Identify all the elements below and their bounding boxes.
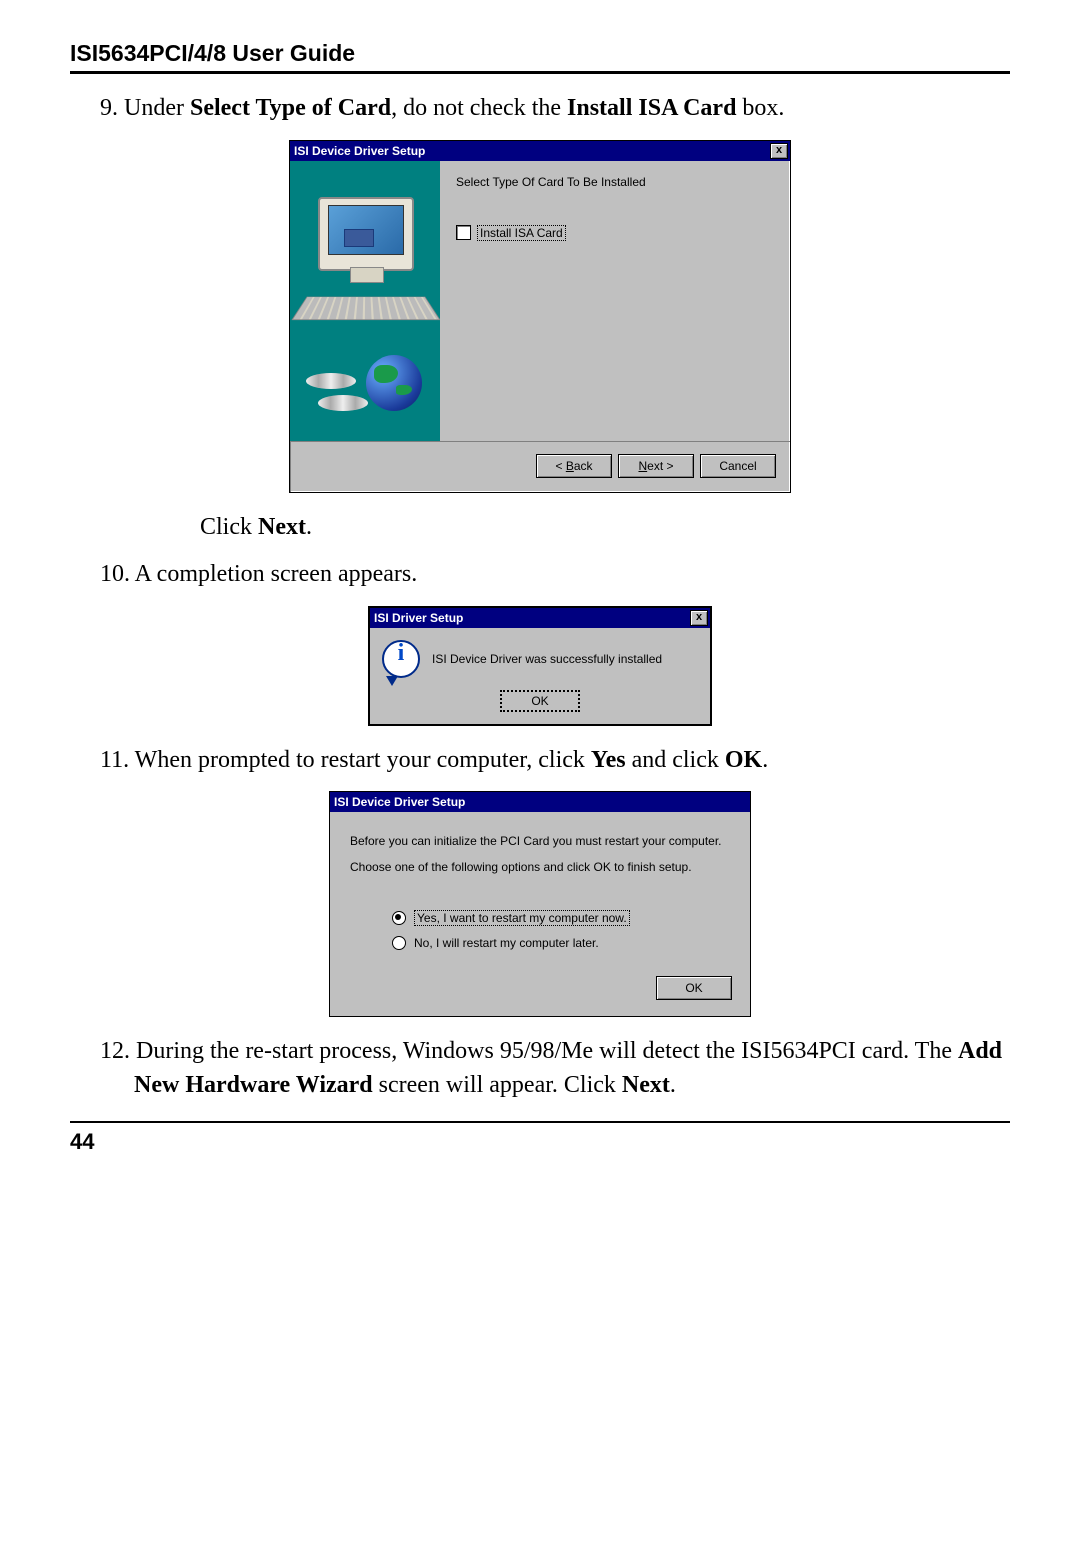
cd-icon: [306, 373, 356, 389]
restart-yes-radio[interactable]: [392, 911, 406, 925]
restart-yes-label: Yes, I want to restart my computer now.: [414, 910, 630, 926]
dialog3-options: Yes, I want to restart my computer now. …: [392, 910, 730, 950]
step-9-bold-2: Install ISA Card: [567, 95, 736, 121]
header-rule: [70, 71, 1010, 74]
back-button[interactable]: < Back: [536, 454, 612, 478]
speech-tail-icon: [386, 676, 398, 686]
step-10-text: A completion screen appears.: [130, 561, 417, 587]
step-12-number: 12.: [100, 1038, 130, 1064]
step-11: 11. When prompted to restart your comput…: [100, 744, 1010, 778]
dialog3-body: Before you can initialize the PCI Card y…: [330, 812, 750, 976]
info-icon-wrap: [382, 640, 420, 678]
cd-icon: [318, 395, 368, 411]
step-9-click-next: Click Next.: [200, 511, 1010, 545]
restart-dialog: ISI Device Driver Setup Before you can i…: [329, 791, 751, 1017]
step-12-text-a: During the re-start process, Windows 95/…: [130, 1038, 958, 1064]
dialog2-titlebar: ISI Driver Setup x: [370, 608, 710, 628]
step-9: 9. Under Select Type of Card, do not che…: [100, 92, 1010, 126]
step-12-text-e: .: [670, 1072, 676, 1098]
page-header-title: ISI5634PCI/4/8 User Guide: [70, 40, 1010, 67]
dialog1-footer: < Back Next > Cancel: [290, 441, 790, 492]
back-post: ack: [574, 459, 593, 473]
success-dialog: ISI Driver Setup x ISI Device Driver was…: [368, 606, 712, 726]
step-11-text-c: and click: [626, 747, 725, 773]
ok-button[interactable]: OK: [500, 690, 580, 712]
step-9-text-a: Under: [118, 95, 190, 121]
dialog1-graphic: [290, 161, 440, 441]
back-underline: B: [566, 459, 574, 473]
dialog3-title: ISI Device Driver Setup: [334, 792, 465, 812]
dialog2-footer: OK: [370, 682, 710, 724]
restart-no-label: No, I will restart my computer later.: [414, 936, 599, 950]
globe-icon: [366, 355, 422, 411]
driver-setup-dialog: ISI Device Driver Setup x Select Type Of…: [289, 140, 791, 493]
click-b: Next: [258, 514, 306, 540]
page-number: 44: [70, 1129, 1010, 1155]
step-11-bold-1: Yes: [591, 747, 626, 773]
step-9-text-e: box.: [736, 95, 784, 121]
back-pre: <: [555, 459, 565, 473]
floppy-icon: [344, 229, 374, 247]
dialog3-line2: Choose one of the following options and …: [350, 860, 730, 874]
step-9-number: 9.: [100, 95, 118, 121]
step-9-bold-1: Select Type of Card: [190, 95, 391, 121]
info-icon: [382, 640, 420, 678]
dialog1-titlebar: ISI Device Driver Setup x: [290, 141, 790, 161]
step-11-text-e: .: [762, 747, 768, 773]
dialog3-footer: OK: [330, 976, 750, 1016]
next-button[interactable]: Next >: [618, 454, 694, 478]
next-post: ext >: [647, 459, 673, 473]
step-11-text-a: When prompted to restart your computer, …: [129, 747, 591, 773]
next-underline: N: [638, 459, 647, 473]
step-12-bold-2: Next: [622, 1072, 670, 1098]
dialog2-message: ISI Device Driver was successfully insta…: [432, 652, 662, 666]
dialog1-title: ISI Device Driver Setup: [294, 141, 425, 161]
step-11-number: 11.: [100, 747, 129, 773]
step-11-bold-2: OK: [725, 747, 762, 773]
install-isa-label: Install ISA Card: [477, 225, 566, 241]
restart-yes-row: Yes, I want to restart my computer now.: [392, 910, 730, 926]
keyboard-icon: [291, 296, 440, 319]
step-10-number: 10.: [100, 561, 130, 587]
dialog1-body: Select Type Of Card To Be Installed Inst…: [290, 161, 790, 441]
close-icon[interactable]: x: [690, 610, 708, 626]
click-c: .: [306, 514, 312, 540]
click-a: Click: [200, 514, 258, 540]
step-10: 10. A completion screen appears.: [100, 558, 1010, 592]
dialog2-body: ISI Device Driver was successfully insta…: [370, 628, 710, 682]
install-isa-checkbox[interactable]: [456, 225, 471, 240]
dialog1-content: Select Type Of Card To Be Installed Inst…: [440, 161, 790, 441]
restart-no-radio[interactable]: [392, 936, 406, 950]
install-isa-checkbox-row: Install ISA Card: [456, 225, 774, 241]
dialog3-titlebar: ISI Device Driver Setup: [330, 792, 750, 812]
step-12-text-c: screen will appear. Click: [373, 1072, 622, 1098]
dialog2-title: ISI Driver Setup: [374, 608, 463, 628]
close-icon[interactable]: x: [770, 143, 788, 159]
step-12: 12. During the re-start process, Windows…: [100, 1035, 1010, 1102]
step-9-text-c: , do not check the: [391, 95, 567, 121]
cancel-button[interactable]: Cancel: [700, 454, 776, 478]
dialog3-line1: Before you can initialize the PCI Card y…: [350, 834, 730, 848]
restart-no-row: No, I will restart my computer later.: [392, 936, 730, 950]
ok-button[interactable]: OK: [656, 976, 732, 1000]
dialog1-heading: Select Type Of Card To Be Installed: [456, 175, 774, 189]
footer-rule: [70, 1121, 1010, 1123]
